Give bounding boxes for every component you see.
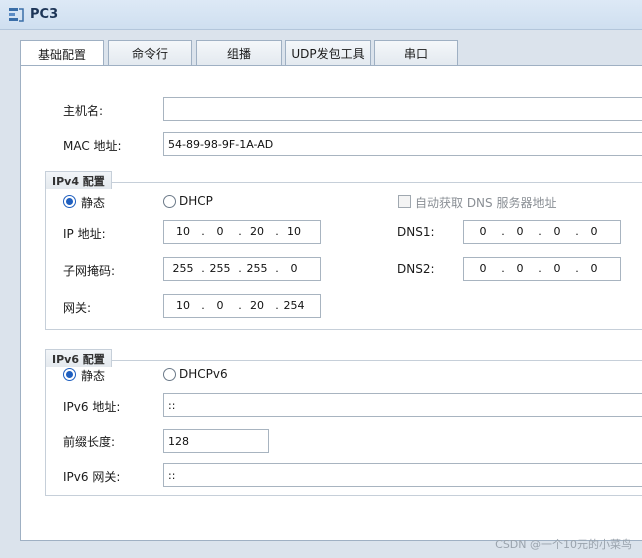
ip-octet-3: 20 (250, 225, 264, 238)
ipv6-address-label: IPv6 地址: (63, 400, 121, 414)
mask-dot: . (201, 262, 205, 275)
gateway-octet-1: 10 (176, 299, 190, 312)
ipv4-dhcp-label: DHCP (179, 194, 213, 208)
gateway-label: 网关: (63, 301, 92, 315)
basic-config-panel: 主机名: MAC 地址: 54-89-98-9F-1A-AD IPv4 配置 静… (20, 65, 642, 541)
ipv6-legend: IPv6 配置 (45, 349, 112, 367)
dns2-dot: . (538, 262, 542, 275)
gateway-dot: . (201, 299, 205, 312)
ipv6-dhcpv6-label: DHCPv6 (179, 367, 228, 381)
prefix-length-input[interactable]: 128 (163, 429, 269, 453)
dns1-input[interactable]: 0 . 0 . 0 . 0 (463, 220, 621, 244)
dns1-dot: . (575, 225, 579, 238)
ip-dot: . (238, 225, 242, 238)
mask-dot: . (275, 262, 279, 275)
gateway-dot: . (238, 299, 242, 312)
gateway-octet-3: 20 (250, 299, 264, 312)
gateway-dot: . (275, 299, 279, 312)
gateway-octet-4: 254 (283, 299, 305, 312)
auto-dns-checkbox[interactable] (398, 195, 411, 208)
dns1-dot: . (501, 225, 505, 238)
dns1-label: DNS1: (397, 225, 435, 239)
dns2-dot: . (575, 262, 579, 275)
mask-octet-1: 255 (172, 262, 194, 275)
window-title: PC3 (30, 7, 59, 22)
ipv4-static-radio[interactable] (63, 195, 76, 208)
tab-basic-config[interactable]: 基础配置 (20, 40, 104, 67)
prefix-length-label: 前缀长度: (63, 435, 116, 449)
tab-command-line[interactable]: 命令行 (108, 40, 192, 66)
dns2-octet-2: 0 (516, 262, 524, 275)
gateway-octet-2: 0 (216, 299, 224, 312)
ipv6-gateway-input[interactable]: :: (163, 463, 642, 487)
ipv4-legend: IPv4 配置 (45, 171, 112, 189)
ip-octet-2: 0 (216, 225, 224, 238)
dns1-octet-3: 0 (553, 225, 561, 238)
mask-octet-4: 0 (290, 262, 298, 275)
mac-input[interactable]: 54-89-98-9F-1A-AD (163, 132, 642, 156)
ipv4-static-label: 静态 (81, 196, 106, 210)
mask-dot: . (238, 262, 242, 275)
mask-octet-3: 255 (246, 262, 268, 275)
mac-label: MAC 地址: (63, 139, 122, 153)
ipv6-static-label: 静态 (81, 369, 106, 383)
ipv6-address-input[interactable]: :: (163, 393, 642, 417)
ip-address-label: IP 地址: (63, 227, 106, 241)
dns1-octet-1: 0 (479, 225, 487, 238)
pc-network-icon (9, 8, 24, 22)
tab-serial[interactable]: 串口 (374, 40, 458, 66)
dns2-octet-4: 0 (590, 262, 598, 275)
dns2-octet-3: 0 (553, 262, 561, 275)
ip-octet-4: 10 (287, 225, 301, 238)
tab-udp-tool[interactable]: UDP发包工具 (285, 40, 371, 66)
dns1-dot: . (538, 225, 542, 238)
ipv4-dhcp-radio[interactable] (163, 195, 176, 208)
ip-address-input[interactable]: 10 . 0 . 20 . 10 (163, 220, 321, 244)
subnet-mask-input[interactable]: 255 . 255 . 255 . 0 (163, 257, 321, 281)
mask-octet-2: 255 (209, 262, 231, 275)
title-bar: PC3 (0, 0, 642, 30)
dns1-octet-4: 0 (590, 225, 598, 238)
ipv6-dhcpv6-radio[interactable] (163, 368, 176, 381)
dns2-octet-1: 0 (479, 262, 487, 275)
ip-octet-1: 10 (176, 225, 190, 238)
ip-dot: . (275, 225, 279, 238)
subnet-mask-label: 子网掩码: (63, 264, 116, 278)
tab-multicast[interactable]: 组播 (196, 40, 282, 66)
hostname-label: 主机名: (63, 104, 104, 118)
ipv6-static-radio[interactable] (63, 368, 76, 381)
dns2-dot: . (501, 262, 505, 275)
auto-dns-label: 自动获取 DNS 服务器地址 (415, 196, 557, 210)
dns2-label: DNS2: (397, 262, 435, 276)
watermark-text: CSDN @一个10元的小菜鸟 (495, 538, 632, 551)
gateway-input[interactable]: 10 . 0 . 20 . 254 (163, 294, 321, 318)
dns1-octet-2: 0 (516, 225, 524, 238)
dns2-input[interactable]: 0 . 0 . 0 . 0 (463, 257, 621, 281)
hostname-input[interactable] (163, 97, 642, 121)
ipv6-gateway-label: IPv6 网关: (63, 470, 121, 484)
ip-dot: . (201, 225, 205, 238)
